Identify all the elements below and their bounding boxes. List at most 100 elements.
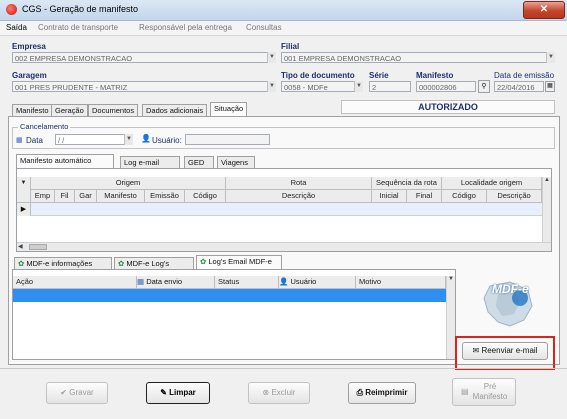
col-usuario[interactable]: 👤 Usuário [279,276,356,289]
printer-icon: ⎙ [356,388,363,397]
col-status[interactable]: Status [215,276,279,289]
mdfe-icon: ✿ [200,257,207,266]
data-cancel-field[interactable]: / / [55,134,133,145]
col-inicial[interactable]: Inicial [372,190,407,203]
usuario-cancel-label: Usuário: [152,136,182,145]
tab-manifesto[interactable]: Manifesto [12,104,53,116]
scroll-thumb[interactable] [29,244,47,250]
reenviar-email-label: Reenviar e-mail [481,346,538,355]
grid1-horizontal-scrollbar[interactable]: ◀ [17,242,551,251]
reimprimir-label: Reimprimir [365,388,408,397]
col-usuario-label: Usuário [290,277,317,286]
tipo-documento-label: Tipo de documento [281,71,355,80]
cancelamento-label: Cancelamento [18,122,71,131]
serie-label: Série [369,71,389,80]
app-logo-icon [6,4,17,15]
mdfe-logo-text: MDF-e [492,282,529,296]
user-icon: 👤 [141,134,151,143]
gravar-button[interactable]: ✔ Gravar [46,382,108,404]
excluir-label: Excluir [271,388,296,397]
col-motivo[interactable]: Motivo [356,276,446,289]
col-localidade-codigo[interactable]: Código [442,190,487,203]
mdfe-logo: MDF-e [470,272,546,332]
document-icon: ▤ [461,387,469,396]
tab-mdfe-logs-label: MDF-e Log's [126,259,170,268]
binoculars-icon[interactable]: ⚲ [478,80,490,93]
col-emissao[interactable]: Emissão [145,190,185,203]
window-title: CGS - Geração de manifesto [22,4,139,14]
data-emissao-field[interactable]: 22/04/2016 [494,81,544,92]
row-pointer-icon: ▶ [17,203,31,216]
tab-mdfe-logs[interactable]: ✿ MDF-e Log's [114,257,194,269]
limpar-label: Limpar [169,388,196,397]
garagem-field[interactable]: 001 PRES PRUDENTE - MATRIZ [12,81,276,92]
menu-saida[interactable]: Saída [6,23,27,32]
chevron-down-icon[interactable]: ▼ [267,52,276,63]
chevron-down-icon[interactable]: ▼ [354,81,363,92]
limpar-button[interactable]: ✎ Limpar [146,382,210,404]
tab-mdfe-informacoes[interactable]: ✿ MDF-e informações [14,257,112,269]
tipo-documento-field[interactable]: 0058 - MDFe [281,81,363,92]
calendar-icon: ▦ [137,277,145,286]
tab-mdfe-informacoes-label: MDF-e informações [26,259,93,268]
tab-ged[interactable]: GED [184,156,214,168]
tab-log-email[interactable]: Log e-mail [120,156,180,168]
tab-manifesto-automatico[interactable]: Manifesto automático [16,154,114,168]
close-button[interactable]: ✕ [523,1,565,19]
delete-icon: ⊗ [262,388,270,397]
group-sequencia-rota: Sequência da rota [372,177,442,190]
calendar-icon[interactable]: ▦ [545,81,555,92]
scroll-left-icon[interactable]: ◀ [18,243,23,250]
reimprimir-button[interactable]: ⎙ Reimprimir [348,382,416,404]
data-cancel-label: Data [26,136,43,145]
col-gar[interactable]: Gar [75,190,97,203]
row-indicator-header: ▼ [17,177,31,203]
col-emp[interactable]: Emp [31,190,55,203]
menu-responsavel-entrega[interactable]: Responsável pela entrega [139,23,232,32]
user-icon: 👤 [279,277,289,286]
app-window: CGS - Geração de manifesto ✕ Saída Contr… [0,0,567,419]
menu-bar: Saída Contrato de transporte Responsável… [0,21,567,36]
grid1-vertical-scrollbar[interactable]: ▲ [542,177,551,242]
tab-situacao[interactable]: Situação [210,102,248,116]
tab-documentos[interactable]: Documentos [88,104,139,116]
filial-field[interactable]: 001 EMPRESA DEMONSTRACAO [281,52,555,63]
pre-manifesto-button[interactable]: ▤ Pré Manifesto [452,378,516,406]
excluir-button[interactable]: ⊗ Excluir [248,382,310,404]
col-data-envio-label: Data envio [146,277,183,286]
group-localidade-origem: Localidade origem [442,177,542,190]
chevron-down-icon[interactable]: ▼ [267,81,276,92]
gravar-label: Gravar [69,388,94,397]
tab-geracao[interactable]: Geração [51,104,88,116]
envelope-icon: ✉ [472,346,480,355]
status-badge: AUTORIZADO [341,100,555,114]
serie-field[interactable]: 2 [369,81,411,92]
chevron-down-icon[interactable]: ▼ [124,134,133,145]
menu-contrato-transporte[interactable]: Contrato de transporte [38,23,118,32]
tab-viagens[interactable]: Viagens [217,156,255,168]
grid2-vertical-scrollbar[interactable]: ▼ [446,276,455,359]
divider [0,368,567,369]
title-bar: CGS - Geração de manifesto ✕ [0,0,567,21]
table-row[interactable] [31,203,542,216]
tab-dados-adicionais[interactable]: Dados adicionais [142,104,208,116]
col-localidade-descricao[interactable]: Descrição [487,190,542,203]
manifesto-label: Manifesto [416,71,454,80]
empresa-label: Empresa [12,42,46,51]
empresa-field[interactable]: 002 EMPRESA DEMONSTRACAO [12,52,276,63]
reenviar-email-button[interactable]: ✉ Reenviar e-mail [462,342,548,360]
col-rota-codigo[interactable]: Código [185,190,226,203]
tab-logs-email-mdfe[interactable]: ✿ Log's Email MDF-e [196,255,282,269]
col-fil[interactable]: Fil [55,190,75,203]
col-manifesto[interactable]: Manifesto [97,190,145,203]
col-final[interactable]: Final [407,190,442,203]
mdfe-icon: ✿ [18,259,25,268]
usuario-cancel-field[interactable] [185,134,270,145]
manifesto-field[interactable]: 000002806 [416,81,476,92]
col-data-envio[interactable]: ▦ Data envio [137,276,215,289]
chevron-down-icon[interactable]: ▼ [546,52,555,63]
table-row[interactable] [13,289,446,302]
col-rota-descricao[interactable]: Descrição [226,190,372,203]
col-acao[interactable]: Ação [13,276,137,289]
menu-consultas[interactable]: Consultas [246,23,282,32]
